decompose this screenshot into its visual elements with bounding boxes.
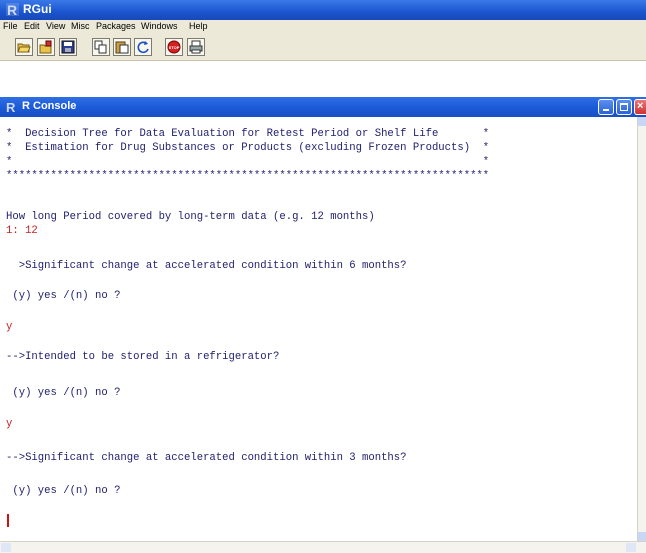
menu-windows[interactable]: Windows [141,21,178,31]
maximize-button[interactable] [616,99,632,115]
scroll-up-arrow-icon[interactable] [638,117,646,126]
text-cursor [7,514,9,527]
print-icon [189,40,203,54]
toolbar: STOP [0,35,646,61]
console-line: >Significant change at accelerated condi… [6,260,407,272]
maximize-icon [620,103,628,111]
console-line: * Decision Tree for Data Evaluation for … [6,128,490,140]
r-logo-icon: R [6,2,19,17]
console-line: How long Period covered by long-term dat… [6,211,375,223]
app-title: RGui [23,2,52,16]
save-workspace-button[interactable] [59,38,77,56]
minimize-button[interactable] [598,99,614,115]
scroll-right-arrow-icon[interactable] [626,543,636,552]
vertical-scrollbar[interactable] [637,117,646,541]
r-logo-icon: R [6,100,16,114]
console-line: ****************************************… [6,170,490,182]
menu-help[interactable]: Help [189,21,208,31]
svg-text:STOP: STOP [169,45,180,50]
close-button[interactable]: × [634,99,646,115]
stop-button[interactable]: STOP [165,38,183,56]
minimize-icon [603,109,609,111]
paste-icon [115,41,129,54]
menu-packages[interactable]: Packages [96,21,136,31]
paste-button[interactable] [113,38,131,56]
open-script-button[interactable] [15,38,33,56]
console-line: (y) yes /(n) no ? [6,485,121,497]
copy-button[interactable] [92,38,110,56]
console-input-line: y [6,321,13,333]
load-workspace-icon [39,40,52,54]
menu-edit[interactable]: Edit [24,21,40,31]
menu-view[interactable]: View [46,21,65,31]
stop-icon: STOP [167,40,181,54]
svg-text:R: R [7,2,17,17]
console-title: R Console [22,100,77,112]
scroll-down-arrow-icon[interactable] [638,532,646,541]
close-icon: × [637,100,644,112]
console-line: -->Significant change at accelerated con… [6,452,407,464]
console-line: * * [6,156,490,168]
horizontal-scrollbar[interactable] [0,541,646,553]
console-input-line: 1: 12 [6,225,38,237]
console-titlebar: R R Console × [0,97,646,117]
refresh-button[interactable] [134,38,152,56]
scroll-left-arrow-icon[interactable] [1,543,11,552]
menu-file[interactable]: File [3,21,18,31]
console-line: (y) yes /(n) no ? [6,387,121,399]
mdi-background [0,61,646,97]
print-button[interactable] [187,38,205,56]
app-titlebar: R RGui [0,0,646,20]
save-workspace-icon [61,40,75,54]
console-output[interactable]: * Decision Tree for Data Evaluation for … [0,117,637,541]
menu-misc[interactable]: Misc [71,21,90,31]
refresh-icon [137,41,149,54]
console-line: -->Intended to be stored in a refrigerat… [6,351,280,363]
load-workspace-button[interactable] [37,38,55,56]
console-line: (y) yes /(n) no ? [6,290,121,302]
open-script-icon [17,43,31,53]
menubar: File Edit View Misc Packages Windows Hel… [0,20,646,35]
copy-icon [94,40,107,54]
console-line: * Estimation for Drug Substances or Prod… [6,142,490,154]
console-input-line: y [6,418,13,430]
svg-text:R: R [6,100,16,114]
